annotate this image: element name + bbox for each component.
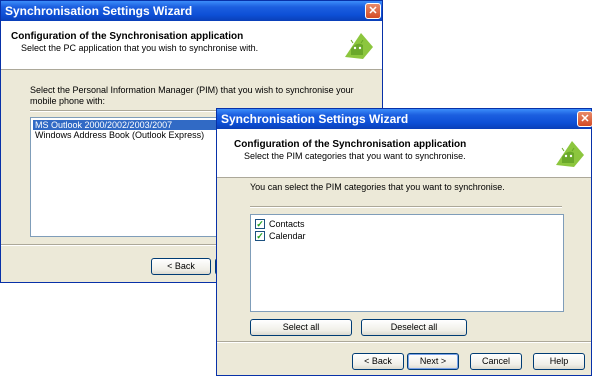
category-label: Contacts <box>269 219 305 229</box>
header-subtitle: Select the PIM categories that you want … <box>244 151 466 161</box>
header-subtitle: Select the PC application that you wish … <box>21 43 259 53</box>
wizard-window-pim-categories: Synchronisation Settings Wizard ✕ Config… <box>216 108 592 376</box>
divider <box>250 206 562 208</box>
android-robot-icon <box>345 33 373 59</box>
category-list[interactable]: ✓ Contacts ✓ Calendar <box>250 214 564 312</box>
window-titlebar[interactable]: Synchronisation Settings Wizard <box>1 1 382 21</box>
contacts-checkbox[interactable]: ✓ <box>255 219 265 229</box>
category-label: Calendar <box>269 231 306 241</box>
instruction-text: You can select the PIM categories that y… <box>250 182 505 192</box>
wizard-header: Configuration of the Synchronisation app… <box>1 21 382 70</box>
help-button[interactable]: Help <box>533 353 585 370</box>
next-button[interactable]: Next > <box>407 353 459 370</box>
list-item[interactable]: Windows Address Book (Outlook Express) <box>33 130 204 140</box>
header-title: Configuration of the Synchronisation app… <box>234 139 467 150</box>
header-title: Configuration of the Synchronisation app… <box>11 31 244 42</box>
deselect-all-button[interactable]: Deselect all <box>361 319 467 336</box>
footer-divider <box>217 341 591 343</box>
window-title: Synchronisation Settings Wizard <box>5 4 193 18</box>
calendar-checkbox[interactable]: ✓ <box>255 231 265 241</box>
wizard-header: Configuration of the Synchronisation app… <box>217 129 591 178</box>
instruction-text: Select the Personal Information Manager … <box>30 85 354 106</box>
android-robot-icon <box>556 141 584 167</box>
cancel-button[interactable]: Cancel <box>470 353 522 370</box>
list-item[interactable]: MS Outlook 2000/2002/2003/2007 <box>33 120 221 130</box>
close-button[interactable]: ✕ <box>577 111 592 127</box>
back-button[interactable]: < Back <box>352 353 404 370</box>
window-title: Synchronisation Settings Wizard <box>221 112 409 126</box>
window-titlebar[interactable]: Synchronisation Settings Wizard <box>217 109 591 129</box>
select-all-button[interactable]: Select all <box>250 319 352 336</box>
back-button[interactable]: < Back <box>151 258 211 275</box>
close-button[interactable]: ✕ <box>365 3 381 19</box>
